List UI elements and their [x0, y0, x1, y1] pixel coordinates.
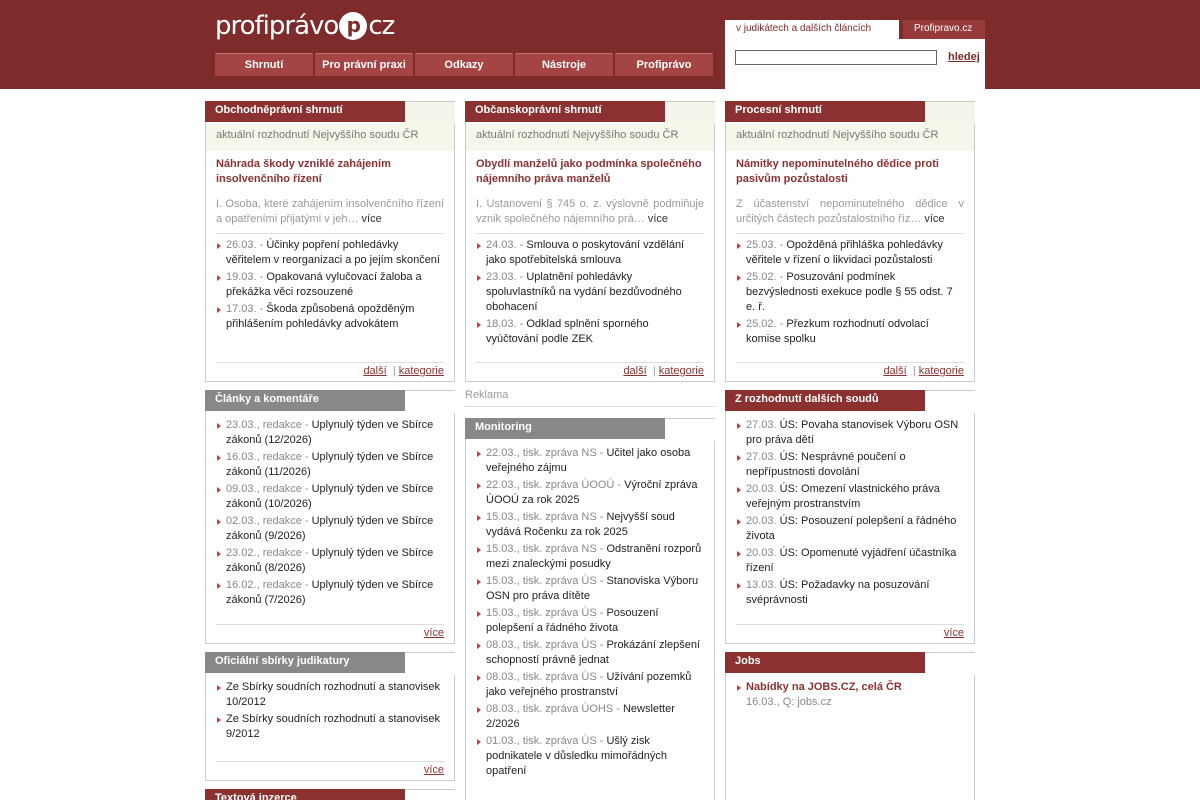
list-item[interactable]: 16.02., redakce - Uplynulý týden ve Sbír…	[216, 578, 444, 608]
list-item[interactable]: 23.03. - Uplatnění pohledávky spoluvlast…	[476, 270, 704, 315]
lead-more-link[interactable]: více	[362, 213, 382, 225]
job-item[interactable]: Nabídky na JOBS.CZ, celá ČR 16.03., Q: j…	[736, 680, 964, 710]
list-item[interactable]: 27.03. ÚS: Nesprávné poučení o nepřípust…	[736, 450, 964, 480]
search-button[interactable]: hledej	[948, 51, 980, 63]
list-item[interactable]: 15.03., tisk. zpráva ÚS - Posouzení pole…	[476, 606, 704, 636]
box-footer: další | kategorie	[476, 362, 704, 377]
box-oficialni-sbirky: Oficiální sbírky judikatury Ze Sbírky so…	[205, 652, 455, 781]
category-link[interactable]: kategorie	[659, 365, 704, 377]
more-link[interactable]: více	[424, 764, 444, 776]
box-title: Textová inzerce	[205, 789, 405, 800]
box-subtitle: aktuální rozhodnutí Nejvyššího soudu ČR	[726, 124, 974, 151]
search-tab-judikaty[interactable]: v judikátech a dalších článcích	[725, 20, 899, 39]
box-clanky-a-komentare: Články a komentáře 23.03., redakce - Upl…	[205, 390, 455, 644]
box-jobs: Jobs Nabídky na JOBS.CZ, celá ČR 16.03.,…	[725, 652, 975, 800]
more-link[interactable]: více	[424, 627, 444, 639]
nav-tab-shrnuti[interactable]: Shrnutí	[215, 53, 313, 76]
box-title: Z rozhodnutí dalších soudů	[725, 390, 925, 411]
logo-text-left: profiprávo	[215, 11, 339, 41]
box-footer: další | kategorie	[216, 362, 444, 377]
nav-tab-nastroje[interactable]: Nástroje	[515, 53, 613, 76]
box-obchodnepravni-shrnuti: Obchodněprávní shrnutí aktuální rozhodnu…	[205, 101, 455, 382]
box-title: Monitoring	[465, 418, 665, 439]
nav-tab-odkazy[interactable]: Odkazy	[415, 53, 513, 76]
box-title: Občanskoprávní shrnutí	[465, 101, 665, 122]
next-link[interactable]: další	[623, 365, 646, 377]
list-item[interactable]: 16.03., redakce - Uplynulý týden ve Sbír…	[216, 450, 444, 480]
box-title: Oficiální sbírky judikatury	[205, 652, 405, 673]
more-link[interactable]: více	[944, 627, 964, 639]
list-item[interactable]: 08.03., tisk. zpráva ÚOHS - Newsletter 2…	[476, 702, 704, 732]
site-header: profiprávo p cz Shrnutí Pro právní praxi O…	[0, 0, 1200, 89]
list-item[interactable]: 25.02. - Přezkum rozhodnutí odvolací kom…	[736, 317, 964, 347]
list-item[interactable]: 25.02. - Posuzování podmínek bezvýsledno…	[736, 270, 964, 315]
list-item[interactable]: 02.03., redakce - Uplynulý týden ve Sbír…	[216, 514, 444, 544]
list-item[interactable]: 24.03. - Smlouva o poskytování vzdělání …	[476, 238, 704, 268]
lead-article-title[interactable]: Náhrada škody vzniklé zahájením insolven…	[216, 157, 444, 187]
logo-mark: p	[339, 12, 368, 40]
lead-article-excerpt: I. Osoba, které zahájením insolvenčního …	[216, 198, 444, 225]
list-item[interactable]: 20.03. ÚS: Opomenuté vyjádření účastníka…	[736, 546, 964, 576]
list-item[interactable]: 09.03., redakce - Uplynulý týden ve Sbír…	[216, 482, 444, 512]
list-item[interactable]: 22.03., tisk. zpráva NS - Učitel jako os…	[476, 446, 704, 476]
list-item[interactable]: 19.03. - Opakovaná vylučovací žaloba a p…	[216, 270, 444, 300]
list-item[interactable]: 26.03. - Účinky popření pohledávky věřit…	[216, 238, 444, 268]
list-item[interactable]: 08.03., tisk. zpráva ÚS - Prokázání zlep…	[476, 638, 704, 668]
box-title: Jobs	[725, 652, 925, 673]
list-item[interactable]: 13.03. ÚS: Požadavky na posuzování svépr…	[736, 578, 964, 608]
lead-more-link[interactable]: více	[648, 213, 668, 225]
list-item[interactable]: 15.03., tisk. zpráva NS - Nejvyšší soud …	[476, 510, 704, 540]
list-item[interactable]: 22.03., tisk. zpráva ÚOOÚ - Výroční zprá…	[476, 478, 704, 508]
lead-article-excerpt: I. Ustanovení § 745 o. z. výslovně podmi…	[476, 198, 704, 225]
box-obcanskopravni-shrnuti: Občanskoprávní shrnutí aktuální rozhodnu…	[465, 101, 715, 382]
list-item[interactable]: 15.03., tisk. zpráva NS - Odstranění roz…	[476, 542, 704, 572]
lead-article-title[interactable]: Námitky nepominutelného dědice proti pas…	[736, 157, 964, 187]
box-footer: další | kategorie	[736, 362, 964, 377]
list-item[interactable]: 25.03. - Opožděná přihláška pohledávky v…	[736, 238, 964, 268]
list-item[interactable]: 15.03., tisk. zpráva ÚS - Stanoviska Výb…	[476, 574, 704, 604]
lead-article-title[interactable]: Obydlí manželů jako podmínka společného …	[476, 157, 704, 187]
next-link[interactable]: další	[363, 365, 386, 377]
job-meta: 16.03., Q: jobs.cz	[746, 696, 832, 708]
category-link[interactable]: kategorie	[399, 365, 444, 377]
search-tab-profipravo[interactable]: Profipravo.cz	[903, 20, 985, 39]
box-z-rozhodnuti-dalsich-soudu: Z rozhodnutí dalších soudů 27.03. ÚS: Po…	[725, 390, 975, 644]
list-item[interactable]: 23.03., redakce - Uplynulý týden ve Sbír…	[216, 418, 444, 448]
list-item[interactable]: 08.03., tisk. zpráva ÚS - Užívání pozemk…	[476, 670, 704, 700]
box-subtitle: aktuální rozhodnutí Nejvyššího soudu ČR	[466, 124, 714, 151]
box-footer: více	[736, 624, 964, 639]
nav-tab-profipravo[interactable]: Profiprávo	[615, 53, 713, 76]
box-title: Články a komentáře	[205, 390, 405, 411]
list-item[interactable]: 17.03. - Škoda způsobená opožděným přihl…	[216, 302, 444, 332]
search-box: v judikátech a dalších článcích Profipra…	[725, 20, 985, 89]
box-title: Procesní shrnutí	[725, 101, 925, 122]
nav-tab-pro-pravni-praxi[interactable]: Pro právní praxi	[315, 53, 413, 76]
lead-more-link[interactable]: více	[924, 213, 944, 225]
box-footer: více	[216, 624, 444, 639]
box-title: Obchodněprávní shrnutí	[205, 101, 405, 122]
site-logo[interactable]: profiprávo p cz	[215, 10, 395, 42]
next-link[interactable]: další	[883, 365, 906, 377]
box-footer: více	[216, 761, 444, 776]
search-input[interactable]	[735, 50, 937, 65]
category-link[interactable]: kategorie	[919, 365, 964, 377]
box-monitoring: Monitoring 22.03., tisk. zpráva NS - Uči…	[465, 418, 715, 800]
list-item[interactable]: 23.02., redakce - Uplynulý týden ve Sbír…	[216, 546, 444, 576]
list-item[interactable]: 20.03. ÚS: Omezení vlastnického práva ve…	[736, 482, 964, 512]
main-nav: Shrnutí Pro právní praxi Odkazy Nástroje…	[215, 53, 713, 76]
box-textova-inzerce: Textová inzerce	[205, 789, 455, 800]
list-item[interactable]: 27.03. ÚS: Povaha stanovisek Výboru OSN …	[736, 418, 964, 448]
list-item[interactable]: Ze Sbírky soudních rozhodnutí a stanovis…	[216, 680, 444, 710]
list-item[interactable]: 01.03., tisk. zpráva ÚS - Ušlý zisk podn…	[476, 734, 704, 779]
list-item[interactable]: 20.03. ÚS: Posouzení polepšení a řádného…	[736, 514, 964, 544]
job-title[interactable]: Nabídky na JOBS.CZ, celá ČR	[746, 681, 902, 693]
box-procesni-shrnuti: Procesní shrnutí aktuální rozhodnutí Nej…	[725, 101, 975, 382]
advertisement-label: Reklama	[465, 389, 715, 407]
list-item[interactable]: Ze Sbírky soudních rozhodnutí a stanovis…	[216, 712, 444, 742]
list-item[interactable]: 18.03. - Odklad splnění sporného vyúčtov…	[476, 317, 704, 347]
logo-text-right: cz	[368, 11, 395, 41]
box-subtitle: aktuální rozhodnutí Nejvyššího soudu ČR	[206, 124, 454, 151]
